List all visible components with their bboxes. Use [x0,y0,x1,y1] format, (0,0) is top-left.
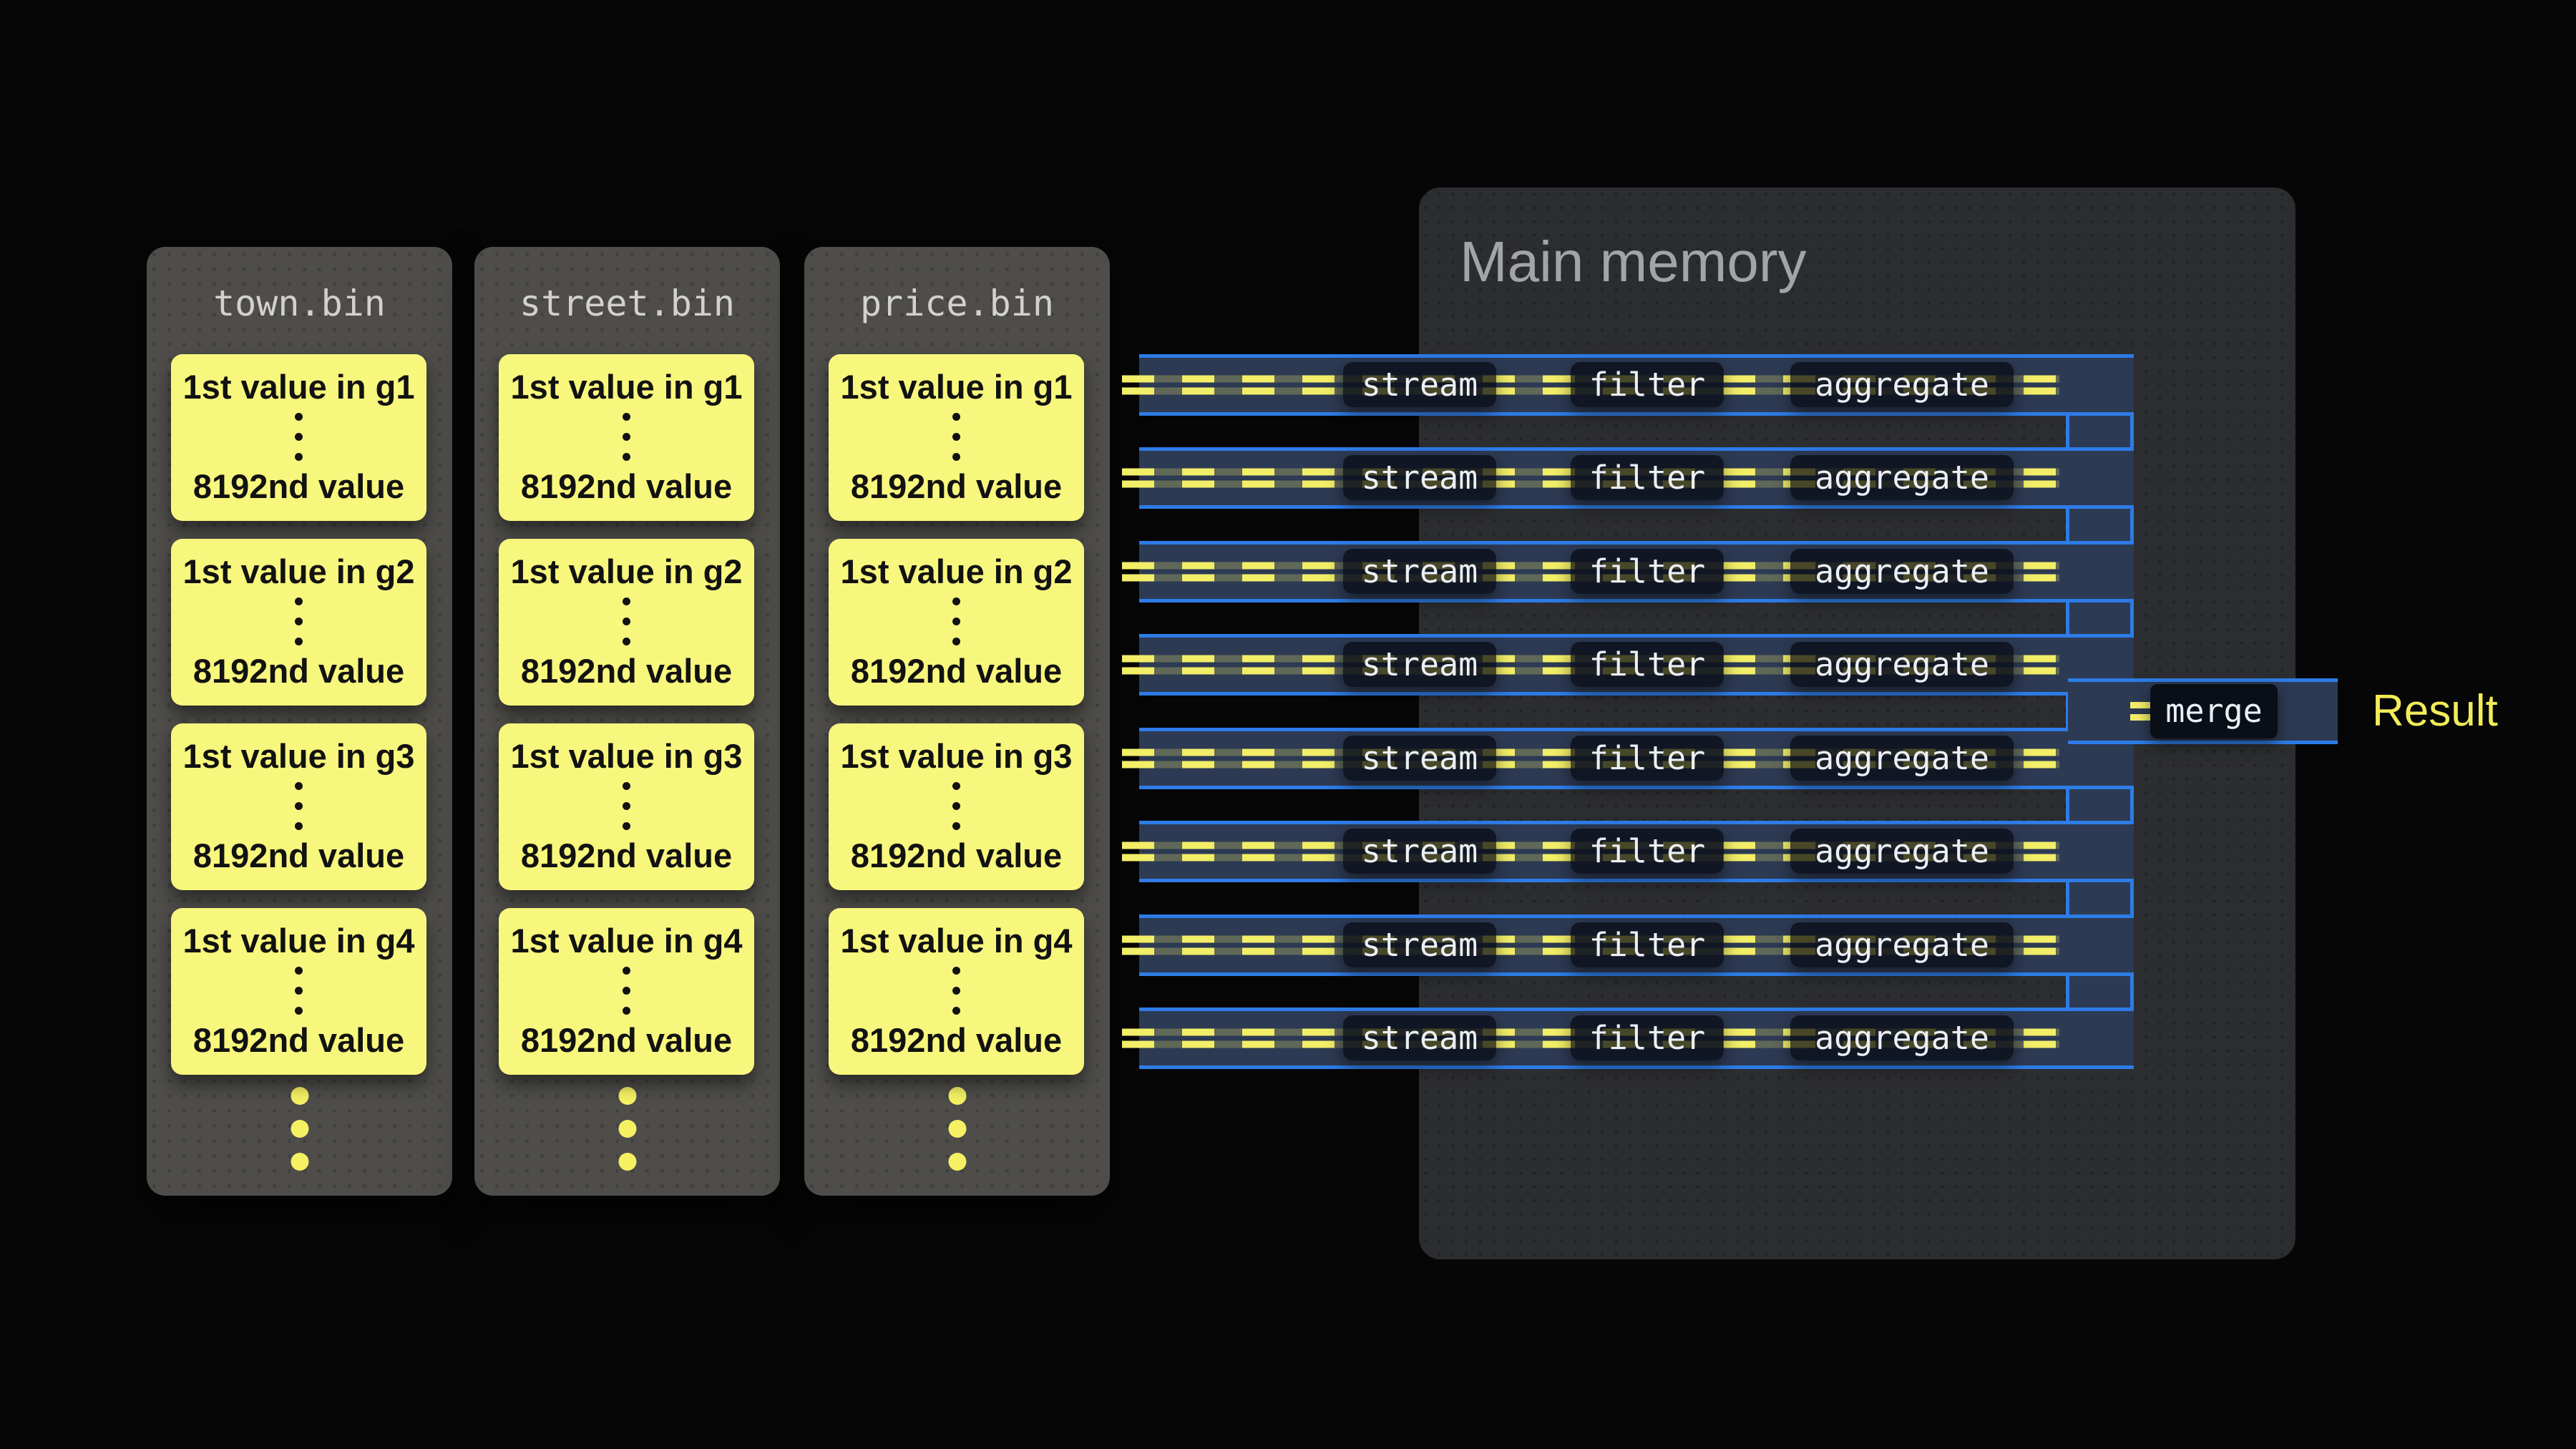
stream-stage-box: stream [1343,829,1496,874]
file-panel-price: price.bin 1st value in g1 8192nd value 1… [804,247,1110,1196]
more-groups-ellipsis-icon [948,1087,966,1171]
pipeline-lane: stream filter aggregate [1139,541,2134,602]
pipeline-lane: stream filter aggregate [1139,728,2134,789]
vertical-ellipsis-icon [952,782,960,830]
data-flow-dashes-icon [2130,702,2152,721]
vertical-ellipsis-icon [295,597,303,645]
file-panel-street: street.bin 1st value in g1 8192nd value … [474,247,780,1196]
merge-band: merge [2068,678,2338,744]
card-first-value-label: 1st value in g4 [183,922,415,960]
vertical-ellipsis-icon [623,597,630,645]
stream-stage-box: stream [1343,642,1496,687]
result-label: Result [2372,684,2498,738]
pipeline-lane: stream filter aggregate [1139,634,2134,696]
row-group-card: 1st value in g4 8192nd value [171,908,426,1075]
vertical-ellipsis-icon [623,782,630,830]
card-last-value-label: 8192nd value [521,1022,732,1059]
card-last-value-label: 8192nd value [193,653,404,690]
merge-stage-box: merge [2150,684,2278,738]
vertical-ellipsis-icon [295,782,303,830]
stream-stage-box: stream [1343,549,1496,594]
card-last-value-label: 8192nd value [851,468,1062,505]
card-first-value-label: 1st value in g2 [841,553,1073,590]
filter-stage-box: filter [1571,829,1724,874]
vertical-ellipsis-icon [295,967,303,1015]
card-last-value-label: 8192nd value [193,837,404,874]
row-group-card: 1st value in g4 8192nd value [829,908,1084,1075]
stream-stage-box: stream [1343,736,1496,781]
filter-stage-box: filter [1571,736,1724,781]
file-name-label: street.bin [474,281,780,326]
row-group-card: 1st value in g3 8192nd value [171,723,426,890]
vertical-ellipsis-icon [623,967,630,1015]
stream-stage-box: stream [1343,1015,1496,1060]
aggregate-stage-box: aggregate [1790,736,2014,781]
pipeline-lane: stream filter aggregate [1139,354,2134,416]
file-name-label: town.bin [147,281,452,326]
row-group-card: 1st value in g3 8192nd value [829,723,1084,890]
stream-stage-box: stream [1343,922,1496,967]
card-last-value-label: 8192nd value [521,653,732,690]
row-group-card: 1st value in g4 8192nd value [499,908,754,1075]
aggregate-stage-box: aggregate [1790,455,2014,500]
pipeline-lane: stream filter aggregate [1139,1008,2134,1069]
stream-stage-box: stream [1343,362,1496,407]
aggregate-stage-box: aggregate [1790,642,2014,687]
card-first-value-label: 1st value in g4 [511,922,743,960]
card-first-value-label: 1st value in g2 [511,553,743,590]
vertical-ellipsis-icon [952,413,960,461]
pipeline-lane: stream filter aggregate [1139,447,2134,509]
aggregate-stage-box: aggregate [1790,922,2014,967]
row-group-card: 1st value in g1 8192nd value [499,354,754,521]
aggregate-stage-box: aggregate [1790,549,2014,594]
card-last-value-label: 8192nd value [521,837,732,874]
vertical-ellipsis-icon [295,413,303,461]
vertical-ellipsis-icon [952,597,960,645]
row-group-card: 1st value in g2 8192nd value [829,539,1084,706]
row-group-card: 1st value in g1 8192nd value [171,354,426,521]
card-last-value-label: 8192nd value [193,1022,404,1059]
card-first-value-label: 1st value in g4 [841,922,1073,960]
pipeline-lane: stream filter aggregate [1139,914,2134,976]
stream-stage-box: stream [1343,455,1496,500]
filter-stage-box: filter [1571,642,1724,687]
more-groups-ellipsis-icon [618,1087,636,1171]
vertical-ellipsis-icon [623,413,630,461]
filter-stage-box: filter [1571,922,1724,967]
row-group-card: 1st value in g2 8192nd value [171,539,426,706]
aggregate-stage-box: aggregate [1790,1015,2014,1060]
card-first-value-label: 1st value in g1 [511,369,743,406]
card-first-value-label: 1st value in g3 [511,738,743,775]
card-last-value-label: 8192nd value [851,653,1062,690]
card-first-value-label: 1st value in g3 [841,738,1073,775]
vertical-ellipsis-icon [952,967,960,1015]
row-group-card: 1st value in g1 8192nd value [829,354,1084,521]
pipeline-lane: stream filter aggregate [1139,821,2134,882]
card-first-value-label: 1st value in g1 [841,369,1073,406]
filter-stage-box: filter [1571,455,1724,500]
card-last-value-label: 8192nd value [851,1022,1062,1059]
card-first-value-label: 1st value in g1 [183,369,415,406]
filter-stage-box: filter [1571,362,1724,407]
file-name-label: price.bin [804,281,1110,326]
aggregate-stage-box: aggregate [1790,362,2014,407]
filter-stage-box: filter [1571,549,1724,594]
diagram-canvas: town.bin 1st value in g1 8192nd value 1s… [0,0,2576,1449]
main-memory-title: Main memory [1460,228,1807,296]
card-first-value-label: 1st value in g3 [183,738,415,775]
card-first-value-label: 1st value in g2 [183,553,415,590]
row-group-card: 1st value in g3 8192nd value [499,723,754,890]
card-last-value-label: 8192nd value [521,468,732,505]
card-last-value-label: 8192nd value [851,837,1062,874]
row-group-card: 1st value in g2 8192nd value [499,539,754,706]
aggregate-stage-box: aggregate [1790,829,2014,874]
more-groups-ellipsis-icon [291,1087,308,1171]
filter-stage-box: filter [1571,1015,1724,1060]
card-last-value-label: 8192nd value [193,468,404,505]
file-panel-town: town.bin 1st value in g1 8192nd value 1s… [147,247,452,1196]
